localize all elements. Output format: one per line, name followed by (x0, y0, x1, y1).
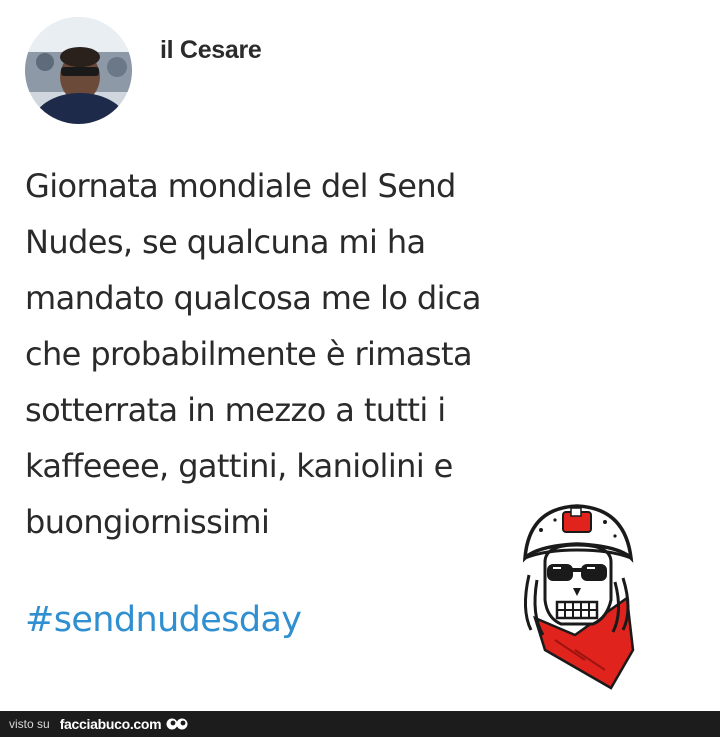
footer-site-link[interactable]: facciabuco.com (60, 716, 162, 732)
post-text: Giornata mondiale del Send Nudes, se qua… (25, 167, 481, 541)
facciabuco-eyes-icon (166, 718, 188, 730)
avatar-photo (25, 17, 132, 124)
footer-prefix: visto su (9, 717, 50, 731)
avatar[interactable] (25, 17, 132, 124)
footer-bar: visto su facciabuco.com (0, 711, 720, 737)
skull-helmet-sticker (522, 504, 635, 690)
hashtag-link[interactable]: #sendnudesday (25, 600, 302, 640)
author-name[interactable]: il Cesare (160, 36, 262, 65)
